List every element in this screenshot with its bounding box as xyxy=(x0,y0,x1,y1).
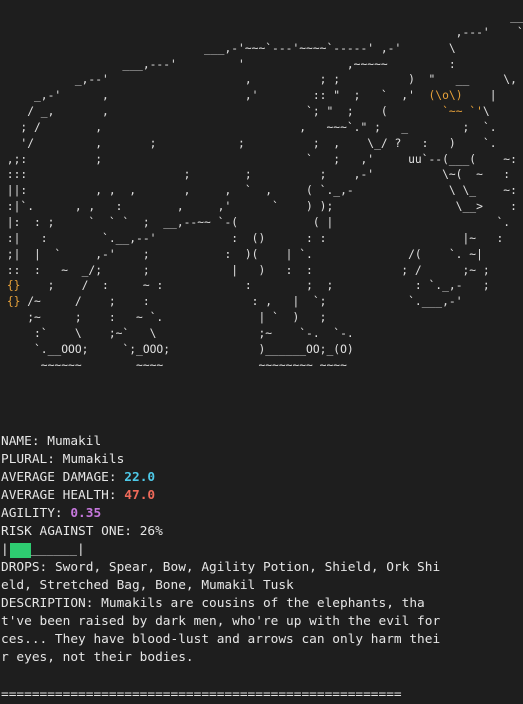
art-line: ,;: ; ` ; ,' uu`--(___( ~: xyxy=(0,152,517,166)
bar-remainder: ______| xyxy=(30,542,85,557)
art-line: :|`. , , : , ,' ` ) ); \__> : xyxy=(0,200,517,214)
plural-label: PLURAL: xyxy=(1,452,63,467)
art-line: ___ xyxy=(0,10,523,23)
drops-value: Sword, Spear, Bow, Agility Potion, Shiel… xyxy=(1,560,441,593)
art-line: _,-' , ,' :: " ; ` ,' (\o\) | xyxy=(0,89,497,103)
separator-line: ========================================… xyxy=(1,687,402,702)
art-line: :: : ~ _/; ; | ) : : ; / ;~ ; xyxy=(0,263,490,277)
risk-label: RISK AGAINST ONE: xyxy=(1,524,140,539)
risk-row: RISK AGAINST ONE: 26% xyxy=(1,523,446,541)
art-line: ;| | ` ,-' ; : )( | `. /( `. ~| xyxy=(0,247,483,261)
art-line: ___,-'~~~`---'~~~~`-----' ,-' \ xyxy=(0,41,456,55)
art-line: {} /~ / ; : : , | `; `.___,-' xyxy=(6,295,463,309)
art-line: '/ , ; ; ; , \_/ ? : ) `. xyxy=(0,136,497,150)
damage-label: AVERAGE DAMAGE: xyxy=(1,470,125,485)
monster-info-panel: NAME: Mumakil PLURAL: Mumakils AVERAGE D… xyxy=(1,433,446,667)
bar-left-cap: | xyxy=(1,542,9,557)
agility-row: AGILITY: 0.35 xyxy=(1,505,446,523)
agility-label: AGILITY: xyxy=(1,506,71,521)
art-line: ___,---' ' ,~~~~~ : xyxy=(0,57,456,71)
art-line: ;~ ; : ~ `. | ` ) ; xyxy=(0,311,327,325)
health-label: AVERAGE HEALTH: xyxy=(1,488,125,503)
art-line: ; / , , ~~~`." ; _ ; `. xyxy=(0,120,497,134)
terminal-window: ___ ,---' `-. ___,-'~~~`---'~~~~`-----' … xyxy=(0,0,523,703)
description-label: DESCRIPTION: xyxy=(1,596,102,611)
health-row: AVERAGE HEALTH: 47.0 xyxy=(1,487,446,505)
art-line: ~~~~~~ ~~~~ ~~~~~~~~ ~~~~ xyxy=(0,358,347,372)
mumakil-ascii-art: ___ ,---' `-. ___,-'~~~`---'~~~~`-----' … xyxy=(0,9,523,373)
damage-row: AVERAGE DAMAGE: 22.0 xyxy=(1,469,446,487)
plural-value: Mumakils xyxy=(62,452,125,467)
agility-value: 0.35 xyxy=(70,506,102,521)
art-line: ,---' `-. xyxy=(0,25,523,39)
drops-row: DROPS: Sword, Spear, Bow, Agility Potion… xyxy=(1,559,446,595)
name-label: NAME: xyxy=(1,434,48,449)
plural-row: PLURAL: Mumakils xyxy=(1,451,446,469)
art-line: _,--' , ; ; ) " __ \, xyxy=(0,73,517,87)
description-row: DESCRIPTION: Mumakils are cousins of the… xyxy=(1,595,446,667)
art-line: ::: ; ; ; ,-' \~( ~ : xyxy=(0,168,511,182)
health-value: 47.0 xyxy=(124,488,156,503)
art-line: {} ; / : ~ : : ; ; : `._,- ; xyxy=(6,279,490,293)
risk-value: 26% xyxy=(139,524,163,539)
damage-value: 22.0 xyxy=(124,470,156,485)
name-row: NAME: Mumakil xyxy=(1,433,446,451)
art-line: ||: , , , , , ` , ( `._,- \ \_ ~: xyxy=(0,184,517,198)
name-value: Mumakil xyxy=(47,434,102,449)
art-line: `.__OOO; `;_OOO; )______OO;_(O) xyxy=(0,342,354,356)
art-line: / _, , `; " ; ( `~~ `'\ xyxy=(0,105,490,119)
art-line: |: : ; ` ` ` ; __,--~~ `-( ( | `. ~| xyxy=(0,215,523,229)
risk-progress-bar: | ______| xyxy=(1,541,446,559)
drops-label: DROPS: xyxy=(1,560,55,575)
art-line: :` \ ;~` \ ;~ `-. `-. xyxy=(0,326,354,340)
art-line: :| : `.__,--' : () : : |~ : xyxy=(0,231,504,245)
risk-bar-fill xyxy=(9,542,31,558)
